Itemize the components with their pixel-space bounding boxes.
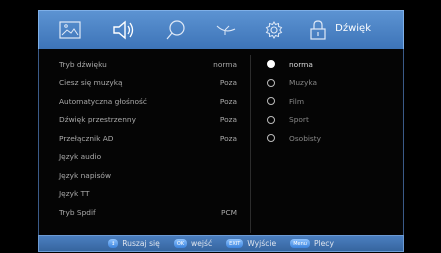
- help-menu: Menu Plecy: [290, 239, 334, 248]
- mode-label: Osobisty: [289, 133, 322, 143]
- satellite-dish-icon[interactable]: [213, 17, 239, 43]
- setting-ad-switch[interactable]: Przełącznik AD Poza: [59, 129, 237, 148]
- setting-value: PCM: [221, 207, 237, 217]
- setting-value: Poza: [219, 96, 237, 106]
- radio-unselected[interactable]: [267, 78, 275, 87]
- mode-option-film[interactable]: Film: [267, 92, 387, 111]
- setting-label: Język napisów: [59, 170, 111, 180]
- panel-divider: [250, 55, 251, 233]
- setting-value: Poza: [219, 78, 237, 88]
- move-arrows-icon: ↕: [108, 239, 119, 248]
- help-exit-label: Wyjście: [247, 239, 277, 248]
- setting-label: Ciesz się muzyką: [59, 78, 123, 88]
- setting-spdif-mode[interactable]: Tryb Spdif PCM: [59, 203, 237, 222]
- help-move-label: Ruszaj się: [122, 239, 160, 248]
- help-bar: ↕ Ruszaj się OK wejść EXIT Wyjście Menu …: [38, 235, 404, 252]
- mode-option-norma[interactable]: norma: [267, 55, 387, 74]
- setting-label: Tryb dźwięku: [59, 59, 107, 69]
- setting-value: Poza: [219, 133, 237, 143]
- settings-list: Tryb dźwięku norma Ciesz się muzyką Poza A…: [59, 55, 237, 222]
- help-exit: EXIT Wyjście: [226, 239, 276, 248]
- setting-subtitle-language[interactable]: Język napisów: [59, 166, 237, 185]
- sound-mode-options: norma Muzyka Film Sport Osobisty: [267, 55, 387, 148]
- setting-label: Dźwięk przestrzenny: [59, 115, 136, 125]
- sound-settings-panel: Tryb dźwięku norma Ciesz się muzyką Poza A…: [38, 49, 404, 235]
- help-move: ↕ Ruszaj się: [108, 239, 160, 248]
- setting-label: Tryb Spdif: [59, 207, 96, 217]
- mode-label: Muzyka: [289, 78, 317, 88]
- setting-label: Język audio: [59, 152, 102, 162]
- radio-selected[interactable]: [267, 60, 275, 69]
- setting-sound-mode[interactable]: Tryb dźwięku norma: [59, 55, 237, 74]
- setting-auto-volume[interactable]: Automatyczna głośność Poza: [59, 92, 237, 111]
- setting-value: Poza: [219, 115, 237, 125]
- menu-key-icon: Menu: [290, 239, 310, 248]
- picture-icon[interactable]: [57, 17, 83, 43]
- mode-label: norma: [289, 59, 313, 69]
- exit-key-icon: EXIT: [226, 239, 244, 248]
- mode-option-sport[interactable]: Sport: [267, 111, 387, 130]
- speaker-icon[interactable]: [111, 17, 137, 43]
- lock-icon[interactable]: [305, 17, 331, 43]
- top-menu-bar: Dźwięk: [38, 10, 404, 50]
- setting-value: norma: [213, 59, 237, 69]
- tv-screen: Dźwięk Tryb dźwięku norma Ciesz się muzyk…: [0, 0, 441, 253]
- search-icon[interactable]: [163, 17, 189, 43]
- menu-title: Dźwięk: [335, 23, 371, 34]
- gear-icon[interactable]: [261, 17, 287, 43]
- setting-label: Język TT: [59, 189, 90, 199]
- setting-audio-language[interactable]: Język audio: [59, 148, 237, 167]
- radio-unselected[interactable]: [267, 134, 275, 143]
- setting-enjoy-music[interactable]: Ciesz się muzyką Poza: [59, 74, 237, 93]
- help-ok: OK wejść: [173, 239, 213, 248]
- setting-label: Automatyczna głośność: [59, 96, 147, 106]
- radio-unselected[interactable]: [267, 97, 275, 106]
- setting-teletext-language[interactable]: Język TT: [59, 185, 237, 204]
- mode-label: Sport: [289, 115, 309, 125]
- radio-unselected[interactable]: [267, 115, 275, 124]
- help-menu-label: Plecy: [313, 239, 334, 248]
- mode-option-personal[interactable]: Osobisty: [267, 129, 387, 148]
- help-ok-label: wejść: [191, 239, 213, 248]
- ok-key-icon: OK: [173, 239, 188, 248]
- mode-label: Film: [289, 96, 305, 106]
- setting-surround-sound[interactable]: Dźwięk przestrzenny Poza: [59, 111, 237, 130]
- setting-label: Przełącznik AD: [59, 133, 114, 143]
- mode-option-music[interactable]: Muzyka: [267, 74, 387, 93]
